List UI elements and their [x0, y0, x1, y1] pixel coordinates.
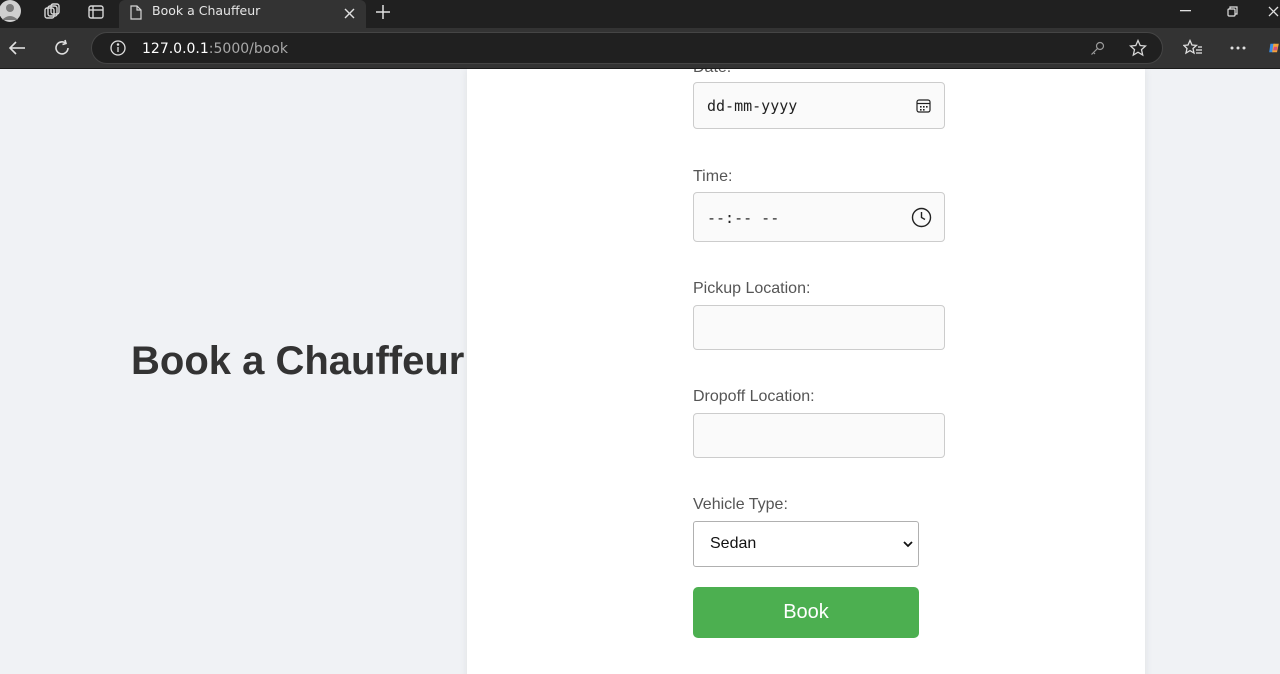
favorite-star-icon[interactable] — [1128, 38, 1148, 58]
tab-title: Book a Chauffeur — [152, 3, 261, 18]
time-input[interactable]: --:-- -- — [693, 192, 945, 242]
book-button[interactable]: Book — [693, 587, 919, 638]
workspaces-icon[interactable] — [42, 2, 62, 22]
vertical-tabs-icon[interactable] — [86, 2, 106, 22]
time-placeholder: --:-- -- — [707, 209, 780, 227]
clock-icon[interactable] — [910, 206, 932, 228]
site-info-icon[interactable] — [109, 39, 127, 57]
pickup-location-label: Pickup Location: — [693, 280, 811, 297]
vehicle-type-selected: Sedan — [710, 535, 757, 552]
minimize-icon[interactable] — [1176, 4, 1194, 18]
tab-book-a-chauffeur[interactable]: Book a Chauffeur — [119, 0, 366, 28]
date-placeholder: dd-mm-yyyy — [707, 97, 798, 115]
refresh-icon[interactable] — [51, 38, 73, 58]
close-window-icon[interactable] — [1266, 3, 1280, 19]
url-host: 127.0.0.1 — [142, 41, 209, 57]
address-bar[interactable]: 127.0.0.1:5000/book — [91, 32, 1163, 64]
time-label: Time: — [693, 168, 733, 185]
booking-form-card — [467, 69, 1145, 674]
pickup-location-input[interactable] — [693, 305, 945, 350]
page-icon — [128, 3, 144, 21]
date-label: Date: — [693, 69, 731, 77]
back-icon[interactable] — [6, 38, 28, 58]
close-tab-icon[interactable] — [341, 5, 357, 21]
url-text: 127.0.0.1:5000/book — [142, 41, 288, 57]
copilot-icon[interactable] — [1268, 37, 1280, 59]
profile-avatar-icon[interactable] — [0, 0, 24, 24]
more-icon[interactable] — [1228, 38, 1248, 58]
vehicle-type-label: Vehicle Type: — [693, 496, 788, 513]
page-title: Book a Chauffeur — [131, 339, 465, 383]
page-viewport: Book a Chauffeur Date: dd-mm-yyyy Time: … — [0, 69, 1280, 674]
browser-tabstrip: Book a Chauffeur — [0, 0, 1280, 28]
new-tab-icon[interactable] — [373, 2, 393, 22]
key-icon[interactable] — [1088, 39, 1106, 57]
browser-toolbar: 127.0.0.1:5000/book — [0, 28, 1280, 69]
date-input[interactable]: dd-mm-yyyy — [693, 82, 945, 129]
calendar-icon[interactable] — [915, 97, 932, 114]
favorites-icon[interactable] — [1182, 38, 1204, 58]
restore-icon[interactable] — [1223, 3, 1241, 19]
dropoff-location-label: Dropoff Location: — [693, 388, 815, 405]
chevron-down-icon — [902, 536, 914, 557]
vehicle-type-select[interactable]: Sedan — [693, 521, 919, 567]
url-path: :5000/book — [208, 41, 288, 57]
dropoff-location-input[interactable] — [693, 413, 945, 458]
